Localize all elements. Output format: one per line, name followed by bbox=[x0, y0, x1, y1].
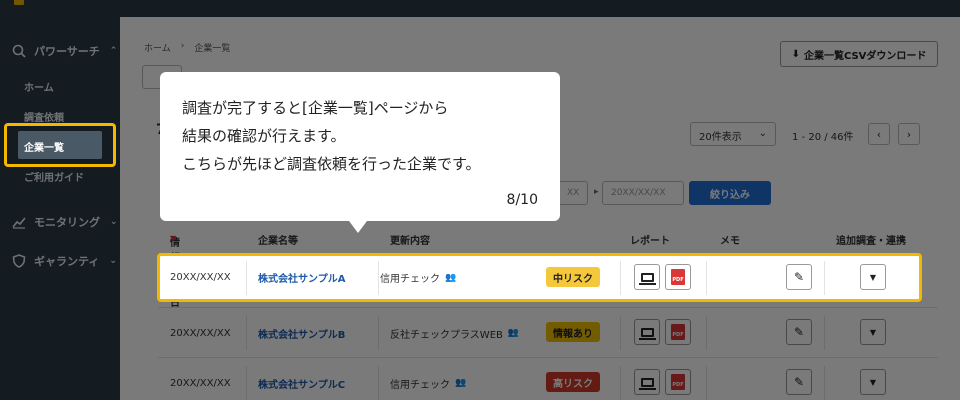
header-extra: 追加調査・連携 bbox=[836, 236, 906, 247]
sidebar-item-request[interactable]: 調査依頼 bbox=[24, 109, 64, 124]
chevron-right-icon: › bbox=[906, 127, 912, 141]
nav-group-label: パワーサーチ bbox=[34, 45, 100, 58]
laptop-icon bbox=[638, 377, 656, 390]
breadcrumb-current: 企業一覧 bbox=[194, 44, 231, 54]
header-update: 更新内容 bbox=[390, 236, 430, 247]
update-content: 反社チェックプラスWEB 👥 bbox=[390, 328, 520, 341]
table-row[interactable]: 20XX/XX/XX 株式会社サンプルC 信用チェック 👥 高リスク PDF ✎ … bbox=[158, 357, 938, 400]
apply-filter-button[interactable]: 絞り込み bbox=[689, 181, 771, 205]
table-header: 情報更新日 ▼ 企業名等 更新内容 レポート メモ 追加調査・連携 bbox=[170, 234, 906, 309]
web-report-button[interactable] bbox=[634, 319, 660, 345]
tooltip-line-1: 調査が完了すると[企業一覧]ページから bbox=[182, 99, 449, 117]
top-bar bbox=[0, 0, 960, 17]
tour-step-counter: 8/10 bbox=[506, 192, 538, 208]
caret-down-icon: ▼ bbox=[869, 327, 877, 337]
extra-menu-button[interactable]: ▼ bbox=[860, 319, 886, 345]
pencil-icon: ✎ bbox=[793, 325, 805, 339]
row-date: 20XX/XX/XX bbox=[170, 377, 231, 389]
download-icon: ⬇ bbox=[791, 48, 800, 60]
date-to-input[interactable]: 20XX/XX/XX bbox=[602, 181, 684, 205]
nav-group-monitoring[interactable]: モニタリング ⌄ bbox=[12, 214, 118, 230]
laptop-icon bbox=[638, 272, 656, 285]
caret-down-icon: ▼ bbox=[869, 377, 877, 387]
sort-desc-icon: ▼ bbox=[170, 234, 177, 243]
edit-memo-button[interactable]: ✎ bbox=[786, 369, 812, 395]
search-shield-icon bbox=[12, 44, 26, 58]
breadcrumb-home[interactable]: ホーム bbox=[144, 41, 171, 54]
tooltip-arrow bbox=[349, 221, 367, 233]
tooltip-line-2: 結果の確認が行えます。 bbox=[182, 127, 346, 145]
pdf-icon: PDF bbox=[671, 269, 685, 285]
prev-page-button[interactable]: ‹ bbox=[868, 123, 890, 145]
chevron-down-icon: ⌄ bbox=[758, 128, 767, 139]
result-range: 1 - 20 / 46件 bbox=[792, 132, 854, 143]
chevron-left-icon: ‹ bbox=[876, 127, 882, 141]
sidebar-item-guide[interactable]: ご利用ガイド bbox=[24, 169, 84, 184]
nav-group-guarantee[interactable]: ギャランティ ⌄ bbox=[12, 253, 117, 269]
table-row[interactable]: 20XX/XX/XX 株式会社サンプルB 反社チェックプラスWEB 👥 情報あり … bbox=[158, 307, 938, 357]
header-memo: メモ bbox=[720, 236, 740, 247]
header-company: 企業名等 bbox=[258, 236, 298, 247]
row-date: 20XX/XX/XX bbox=[170, 272, 231, 283]
update-content: 信用チェック 👥 bbox=[390, 378, 467, 391]
pencil-icon: ✎ bbox=[793, 270, 805, 284]
extra-menu-button[interactable]: ▼ bbox=[860, 264, 886, 290]
edit-memo-button[interactable]: ✎ bbox=[786, 319, 812, 345]
shield-icon bbox=[12, 254, 26, 268]
tooltip-line-3: こちらが先ほど調査依頼を行った企業です。 bbox=[182, 155, 481, 173]
date-from-input[interactable]: XX bbox=[558, 181, 588, 205]
pdf-icon: PDF bbox=[671, 374, 685, 390]
pdf-report-button[interactable]: PDF bbox=[665, 319, 691, 345]
sidebar: パワーサーチ ⌃ ホーム 調査依頼 ご利用ガイド モニタリング ⌄ ギャランティ… bbox=[0, 17, 120, 400]
status-badge: 中リスク bbox=[546, 267, 600, 287]
sidebar-item-home[interactable]: ホーム bbox=[24, 79, 54, 94]
csv-download-label: 企業一覧CSVダウンロード bbox=[803, 50, 927, 62]
breadcrumb: ホーム › 企業一覧 bbox=[144, 41, 230, 54]
laptop-icon bbox=[638, 327, 656, 340]
extra-menu-button[interactable]: ▼ bbox=[860, 369, 886, 395]
nav-group-label: ギャランティ bbox=[34, 255, 100, 268]
edit-memo-button[interactable]: ✎ bbox=[786, 264, 812, 290]
pencil-icon: ✎ bbox=[793, 375, 805, 389]
row-date: 20XX/XX/XX bbox=[170, 327, 231, 339]
web-report-button[interactable] bbox=[634, 369, 660, 395]
chevron-up-icon: ⌃ bbox=[109, 46, 118, 56]
people-icon: 👥 bbox=[445, 272, 457, 283]
logo bbox=[14, 0, 24, 5]
people-icon: 👥 bbox=[455, 378, 467, 388]
chevron-down-icon: ⌄ bbox=[110, 217, 118, 227]
web-report-button[interactable] bbox=[634, 264, 660, 290]
chevron-right-icon: › bbox=[180, 41, 185, 51]
nav-group-power-search[interactable]: パワーサーチ ⌃ bbox=[12, 43, 117, 59]
csv-download-button[interactable]: ⬇ 企業一覧CSVダウンロード bbox=[780, 41, 938, 67]
per-page-select[interactable]: 20件表示 ⌄ bbox=[690, 122, 776, 146]
status-badge: 高リスク bbox=[546, 372, 600, 392]
next-page-button[interactable]: › bbox=[898, 123, 920, 145]
tour-highlight-row[interactable]: 20XX/XX/XX 株式会社サンプルA 信用チェック 👥 中リスク PDF ✎ … bbox=[157, 253, 922, 302]
sidebar-item-company-list[interactable]: 企業一覧 bbox=[18, 131, 102, 159]
company-link[interactable]: 株式会社サンプルB bbox=[258, 308, 345, 358]
pdf-report-button[interactable]: PDF bbox=[665, 264, 691, 290]
company-link[interactable]: 株式会社サンプルA bbox=[258, 256, 345, 299]
caret-down-icon: ▼ bbox=[869, 272, 877, 282]
people-icon: 👥 bbox=[507, 328, 520, 338]
update-content: 信用チェック 👥 bbox=[380, 272, 457, 286]
nav-group-label: モニタリング bbox=[34, 216, 100, 229]
pdf-icon: PDF bbox=[671, 324, 685, 340]
pdf-report-button[interactable]: PDF bbox=[665, 369, 691, 395]
header-report: レポート bbox=[630, 236, 670, 247]
tour-tooltip: 調査が完了すると[企業一覧]ページから 結果の確認が行えます。 こちらが先ほど調… bbox=[160, 72, 560, 221]
date-separator: ▸ bbox=[594, 187, 599, 197]
company-link[interactable]: 株式会社サンプルC bbox=[258, 358, 345, 400]
chevron-down-icon: ⌄ bbox=[109, 256, 117, 266]
status-badge: 情報あり bbox=[546, 322, 600, 342]
per-page-value: 20件表示 bbox=[699, 132, 742, 143]
chart-icon bbox=[12, 215, 26, 229]
